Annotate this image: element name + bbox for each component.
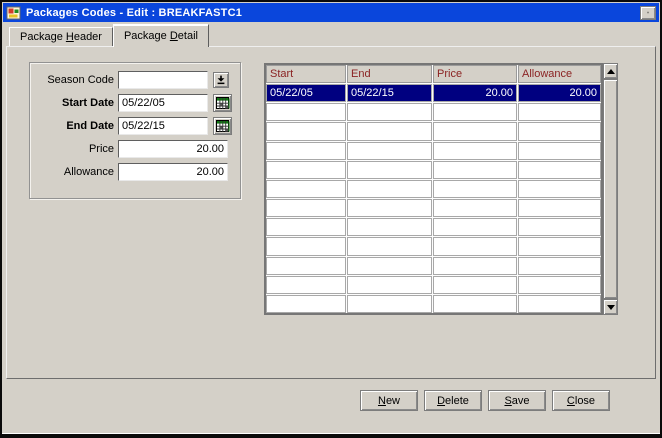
table-cell[interactable] xyxy=(266,103,346,121)
start-date-input[interactable] xyxy=(118,94,208,112)
table-cell[interactable] xyxy=(266,199,346,217)
price-input[interactable] xyxy=(118,140,228,158)
table-cell[interactable] xyxy=(518,199,601,217)
new-button[interactable]: New xyxy=(360,390,418,411)
column-header-allowance: Allowance xyxy=(518,65,601,83)
table-cell[interactable] xyxy=(347,237,432,255)
table-cell[interactable] xyxy=(433,103,517,121)
price-row: Price xyxy=(30,140,240,158)
packages-codes-window: Packages Codes - Edit : BREAKFASTC1 Pack… xyxy=(0,0,662,438)
package-detail-panel: Season Code Start Date xyxy=(6,46,656,379)
table-cell[interactable] xyxy=(266,257,346,275)
table-cell[interactable] xyxy=(433,295,517,313)
table-cell[interactable] xyxy=(347,180,432,198)
package-detail-table: StartEndPriceAllowance05/22/0505/22/1520… xyxy=(264,63,603,315)
table-cell[interactable] xyxy=(518,161,601,179)
table-cell[interactable] xyxy=(347,199,432,217)
allowance-row: Allowance xyxy=(30,163,240,181)
allowance-input[interactable] xyxy=(118,163,228,181)
column-header-price: Price xyxy=(433,65,517,83)
table-cell[interactable] xyxy=(518,295,601,313)
table-cell[interactable] xyxy=(433,276,517,294)
table-cell[interactable] xyxy=(518,142,601,160)
table-cell[interactable] xyxy=(433,257,517,275)
table-cell[interactable] xyxy=(347,142,432,160)
table-cell[interactable] xyxy=(347,276,432,294)
table-cell[interactable] xyxy=(518,103,601,121)
tabstrip: Package Header Package Detail xyxy=(9,24,660,46)
end-date-label: End Date xyxy=(30,120,114,132)
detail-form-groupbox: Season Code Start Date xyxy=(29,62,241,199)
scroll-down-arrow-icon[interactable] xyxy=(603,299,618,315)
tab-package-detail[interactable]: Package Detail xyxy=(113,24,209,47)
table-cell[interactable] xyxy=(433,237,517,255)
table-cell[interactable] xyxy=(266,161,346,179)
start-date-label: Start Date xyxy=(30,97,114,109)
season-code-label: Season Code xyxy=(30,74,114,86)
table-cell[interactable] xyxy=(433,142,517,160)
close-button[interactable]: Close xyxy=(552,390,610,411)
start-date-row: Start Date xyxy=(30,94,240,112)
allowance-label: Allowance xyxy=(30,166,114,178)
table-cell[interactable] xyxy=(518,257,601,275)
table-cell[interactable] xyxy=(433,122,517,140)
footer-button-bar: New Delete Save Close xyxy=(2,390,660,411)
close-icon[interactable] xyxy=(640,6,656,20)
table-cell[interactable] xyxy=(518,180,601,198)
column-header-end: End xyxy=(347,65,432,83)
end-date-input[interactable] xyxy=(118,117,208,135)
window-title: Packages Codes - Edit : BREAKFASTC1 xyxy=(26,7,242,19)
price-label: Price xyxy=(30,143,114,155)
table-cell[interactable] xyxy=(518,122,601,140)
table-cell[interactable] xyxy=(433,180,517,198)
table-cell[interactable] xyxy=(266,295,346,313)
table-cell[interactable] xyxy=(266,276,346,294)
table-cell[interactable] xyxy=(433,161,517,179)
table-cell[interactable] xyxy=(347,161,432,179)
scroll-up-arrow-icon[interactable] xyxy=(603,63,618,79)
table-cell-selected[interactable]: 20.00 xyxy=(518,84,601,102)
table-cell[interactable] xyxy=(347,103,432,121)
table-cell[interactable] xyxy=(518,237,601,255)
app-icon xyxy=(6,5,22,21)
calendar-icon[interactable] xyxy=(213,94,232,112)
table-cell[interactable] xyxy=(266,142,346,160)
season-code-row: Season Code xyxy=(30,71,240,89)
table-cell[interactable] xyxy=(347,257,432,275)
scrollbar-thumb[interactable] xyxy=(603,79,618,299)
table-scrollbar[interactable] xyxy=(603,63,618,315)
delete-button[interactable]: Delete xyxy=(424,390,482,411)
end-date-row: End Date xyxy=(30,117,240,135)
column-header-start: Start xyxy=(266,65,346,83)
table-cell[interactable] xyxy=(347,295,432,313)
table-cell[interactable] xyxy=(518,276,601,294)
table-cell[interactable] xyxy=(266,218,346,236)
table-cell[interactable] xyxy=(433,218,517,236)
season-code-input[interactable] xyxy=(118,71,208,89)
table-cell-selected[interactable]: 20.00 xyxy=(433,84,517,102)
table-cell[interactable] xyxy=(347,122,432,140)
calendar-icon[interactable] xyxy=(213,117,232,135)
table-cell[interactable] xyxy=(266,122,346,140)
table-cell[interactable] xyxy=(347,218,432,236)
table-cell-selected[interactable]: 05/22/05 xyxy=(266,84,346,102)
dropdown-arrow-icon[interactable] xyxy=(213,72,229,88)
table-cell[interactable] xyxy=(433,199,517,217)
table-cell[interactable] xyxy=(266,237,346,255)
table-cell[interactable] xyxy=(518,218,601,236)
table-cell[interactable] xyxy=(266,180,346,198)
table-cell-selected[interactable]: 05/22/15 xyxy=(347,84,432,102)
tab-package-header[interactable]: Package Header xyxy=(9,27,113,46)
titlebar: Packages Codes - Edit : BREAKFASTC1 xyxy=(3,3,659,22)
save-button[interactable]: Save xyxy=(488,390,546,411)
